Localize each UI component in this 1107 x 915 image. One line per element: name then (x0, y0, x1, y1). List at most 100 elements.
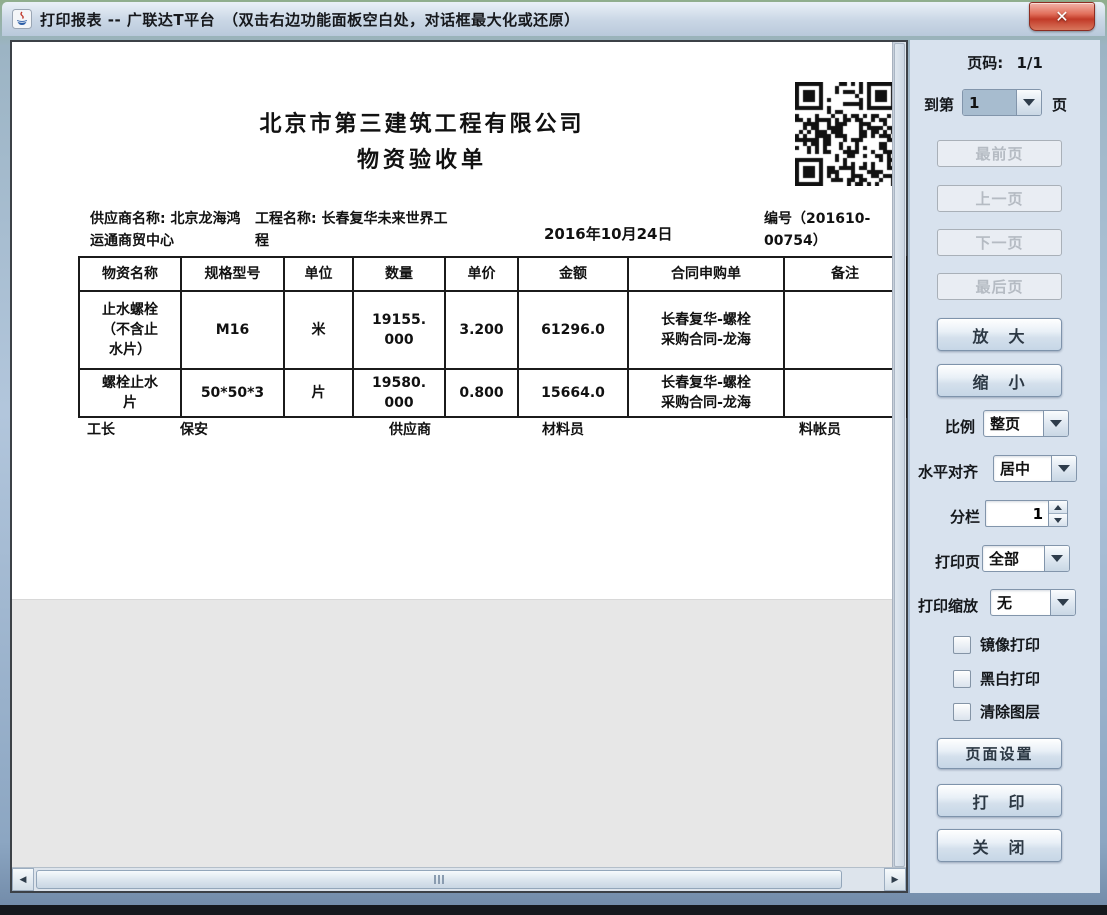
black-white-print-label: 黑白打印 (980, 668, 1040, 689)
signature-supplier: 供应商 (389, 419, 431, 439)
scroll-left-icon: ◀ (20, 875, 27, 885)
supplier-label: 供应商名称: (90, 211, 170, 227)
table-cell: 片 (284, 369, 353, 417)
table-cell: 0.800 (445, 369, 518, 417)
project-label: 工程名称: (255, 211, 321, 227)
columns-label: 分栏 (950, 506, 980, 527)
table-header-row: 物资名称 规格型号 单位 数量 单价 金额 合同申购单 备注 (79, 257, 906, 291)
close-window-button[interactable]: ✕ (1029, 2, 1095, 31)
align-value: 居中 (994, 456, 1051, 481)
mirror-print-checkbox[interactable] (953, 636, 971, 654)
black-white-print-checkbox[interactable] (953, 670, 971, 688)
columns-input[interactable] (986, 501, 1048, 526)
table-cell: 长春复华-螺栓采购合同-龙海 (628, 291, 784, 369)
goto-page-select[interactable]: 1 (962, 89, 1042, 116)
previous-page-button[interactable]: 上一页 (937, 185, 1062, 212)
table-header-cell: 物资名称 (79, 257, 181, 291)
print-scale-value: 无 (991, 590, 1050, 615)
table-cell (784, 369, 906, 417)
scroll-right-icon: ▶ (892, 875, 899, 885)
supplier-info: 供应商名称: 北京龙海鸿运通商贸中心 (90, 208, 244, 252)
align-label: 水平对齐 (918, 461, 978, 482)
columns-stepper[interactable] (985, 500, 1068, 527)
horizontal-scrollbar-thumb[interactable] (36, 870, 842, 889)
horizontal-scrollbar[interactable]: ◀ ▶ (12, 867, 906, 891)
table-header-cell: 合同申购单 (628, 257, 784, 291)
signature-accountant: 料帐员 (799, 419, 841, 439)
page-setup-button[interactable]: 页面设置 (937, 738, 1062, 769)
scroll-left-button[interactable]: ◀ (12, 868, 34, 891)
chevron-down-icon (1023, 99, 1035, 106)
table-header-cell: 金额 (518, 257, 628, 291)
signature-material-clerk: 材料员 (542, 419, 584, 439)
table-cell: M16 (181, 291, 284, 369)
project-info: 工程名称: 长春复华未来世界工程 (255, 208, 449, 252)
print-scale-label: 打印缩放 (918, 595, 978, 616)
table-cell: 长春复华-螺栓采购合同-龙海 (628, 369, 784, 417)
print-scale-dropdown-button[interactable] (1050, 590, 1075, 615)
black-white-print-checkbox-row[interactable]: 黑白打印 (953, 668, 1040, 689)
vertical-scrollbar-thumb[interactable] (894, 43, 905, 867)
chevron-down-icon (1051, 555, 1063, 562)
signature-guard: 保安 (180, 419, 208, 439)
scale-value: 整页 (984, 411, 1043, 436)
table-cell: 19580.000 (353, 369, 445, 417)
report-page: 北京市第三建筑工程有限公司 物资验收单 供应商名称: 北京龙海鸿运通商贸中心 工… (12, 42, 892, 600)
materials-table: 物资名称 规格型号 单位 数量 单价 金额 合同申购单 备注 止水螺栓（不含止水… (78, 256, 907, 418)
next-page-button[interactable]: 下一页 (937, 229, 1062, 256)
table-cell: 15664.0 (518, 369, 628, 417)
close-icon: ✕ (1055, 9, 1068, 25)
chevron-down-icon (1058, 465, 1070, 472)
clear-layers-label: 清除图层 (980, 701, 1040, 722)
first-page-button[interactable]: 最前页 (937, 140, 1062, 167)
page-indicator-label: 页码: (967, 54, 1003, 72)
form-title: 物资验收单 (12, 142, 832, 174)
scroll-right-button[interactable]: ▶ (884, 868, 906, 891)
print-preview-area[interactable]: 北京市第三建筑工程有限公司 物资验收单 供应商名称: 北京龙海鸿运通商贸中心 工… (10, 40, 908, 893)
mirror-print-checkbox-row[interactable]: 镜像打印 (953, 634, 1040, 655)
company-title: 北京市第三建筑工程有限公司 (12, 106, 832, 138)
goto-page-suffix: 页 (1052, 94, 1067, 115)
last-page-button[interactable]: 最后页 (937, 273, 1062, 300)
table-header-cell: 单位 (284, 257, 353, 291)
zoom-out-button[interactable]: 缩 小 (937, 364, 1062, 397)
table-cell (784, 291, 906, 369)
zoom-in-button[interactable]: 放 大 (937, 318, 1062, 351)
close-button[interactable]: 关 闭 (937, 829, 1062, 862)
print-button[interactable]: 打 印 (937, 784, 1062, 817)
document-date: 2016年10月24日 (544, 223, 673, 244)
clear-layers-checkbox-row[interactable]: 清除图层 (953, 701, 1040, 722)
window-frame-bottom (0, 905, 1107, 915)
java-app-icon (12, 9, 32, 29)
print-pages-label: 打印页 (935, 551, 980, 572)
print-scale-select[interactable]: 无 (990, 589, 1076, 616)
table-cell: 19155.000 (353, 291, 445, 369)
chevron-down-icon (1050, 420, 1062, 427)
scale-dropdown-button[interactable] (1043, 411, 1068, 436)
align-select[interactable]: 居中 (993, 455, 1077, 482)
table-header-cell: 单价 (445, 257, 518, 291)
goto-page-label: 到第 (924, 94, 954, 115)
qr-code (795, 82, 895, 186)
vertical-scrollbar[interactable] (892, 42, 906, 868)
scale-select[interactable]: 整页 (983, 410, 1069, 437)
table-cell: 61296.0 (518, 291, 628, 369)
chevron-down-icon (1057, 599, 1069, 606)
columns-decrement-button[interactable] (1049, 514, 1067, 526)
print-pages-select[interactable]: 全部 (982, 545, 1070, 572)
page-indicator: 页码: 1/1 (910, 52, 1100, 73)
signature-foreman: 工长 (87, 419, 115, 439)
columns-increment-button[interactable] (1049, 501, 1067, 514)
print-pages-dropdown-button[interactable] (1044, 546, 1069, 571)
goto-page-value: 1 (963, 90, 1016, 115)
table-header-cell: 备注 (784, 257, 906, 291)
align-dropdown-button[interactable] (1051, 456, 1076, 481)
scale-label: 比例 (945, 416, 975, 437)
goto-page-dropdown-button[interactable] (1016, 90, 1041, 115)
titlebar[interactable]: 打印报表 -- 广联达T平台 （双击右边功能面板空白处，对话框最大化或还原） ✕ (2, 2, 1105, 36)
scrollbar-grip-icon (434, 875, 444, 884)
chevron-up-icon (1054, 505, 1062, 510)
table-row: 螺栓止水片 50*50*3 片 19580.000 0.800 15664.0 … (79, 369, 906, 417)
table-cell: 螺栓止水片 (79, 369, 181, 417)
clear-layers-checkbox[interactable] (953, 703, 971, 721)
